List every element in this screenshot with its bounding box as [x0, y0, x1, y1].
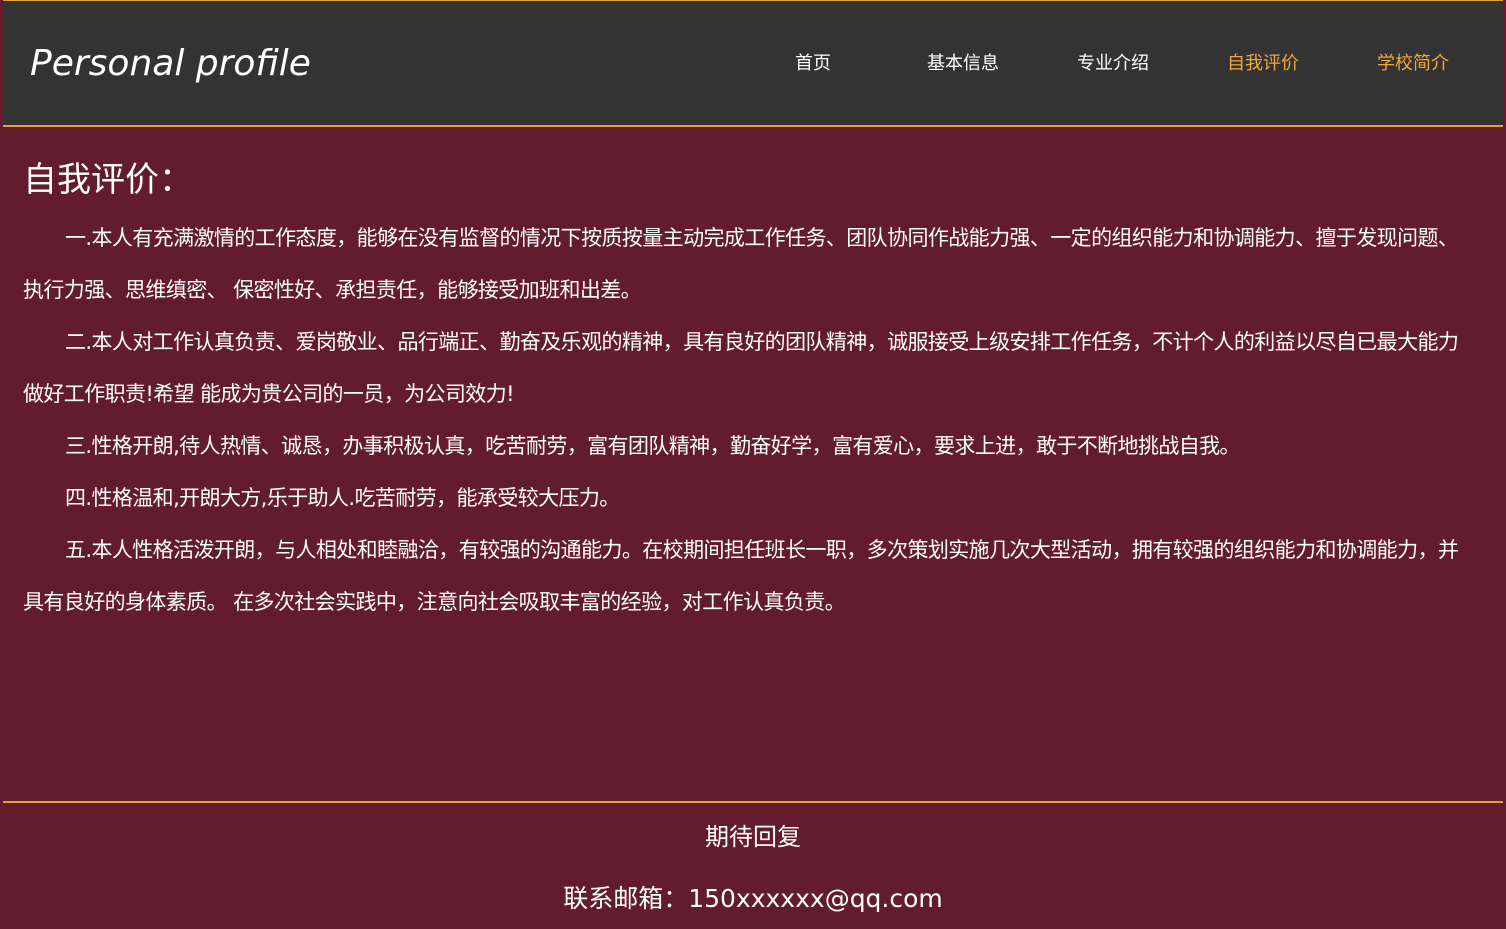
self-evaluation-text: 一.本人有充满激情的工作态度，能够在没有监督的情况下按质按量主动完成工作任务、团…: [23, 212, 1463, 628]
nav-item-home[interactable]: 首页: [753, 51, 873, 77]
nav-item-basic-info[interactable]: 基本信息: [903, 51, 1023, 77]
contact-email: 联系邮箱：150xxxxxx@qq.com: [563, 884, 943, 913]
paragraph-1: 一.本人有充满激情的工作态度，能够在没有监督的情况下按质按量主动完成工作任务、团…: [23, 226, 1459, 302]
footer-title: 期待回复: [705, 823, 801, 851]
page-title: 自我评价：: [23, 160, 193, 200]
paragraph-4: 四.性格温和,开朗大方,乐于助人.吃苦耐劳，能承受较大压力。: [65, 486, 620, 510]
site-header: Personal profile 首页 基本信息 专业介绍 自我评价 学校简介: [3, 0, 1503, 127]
nav-item-self-evaluation[interactable]: 自我评价: [1203, 51, 1323, 77]
site-footer: 期待回复 联系邮箱：150xxxxxx@qq.com: [3, 801, 1503, 929]
nav-item-school-intro[interactable]: 学校简介: [1353, 51, 1473, 77]
site-logo[interactable]: Personal profile: [30, 41, 311, 87]
main-nav: 首页 基本信息 专业介绍 自我评价 学校简介: [753, 51, 1503, 77]
page: Personal profile 首页 基本信息 专业介绍 自我评价 学校简介 …: [0, 0, 1506, 929]
paragraph-3: 三.性格开朗,待人热情、诚恳，办事积极认真，吃苦耐劳，富有团队精神，勤奋好学，富…: [65, 434, 1241, 458]
nav-item-major-intro[interactable]: 专业介绍: [1053, 51, 1173, 77]
paragraph-2: 二.本人对工作认真负责、爱岗敬业、品行端正、勤奋及乐观的精神，具有良好的团队精神…: [23, 330, 1459, 406]
paragraph-5: 五.本人性格活泼开朗，与人相处和睦融洽，有较强的沟通能力。在校期间担任班长一职，…: [23, 538, 1459, 614]
main-content: 自我评价： 一.本人有充满激情的工作态度，能够在没有监督的情况下按质按量主动完成…: [3, 127, 1503, 801]
